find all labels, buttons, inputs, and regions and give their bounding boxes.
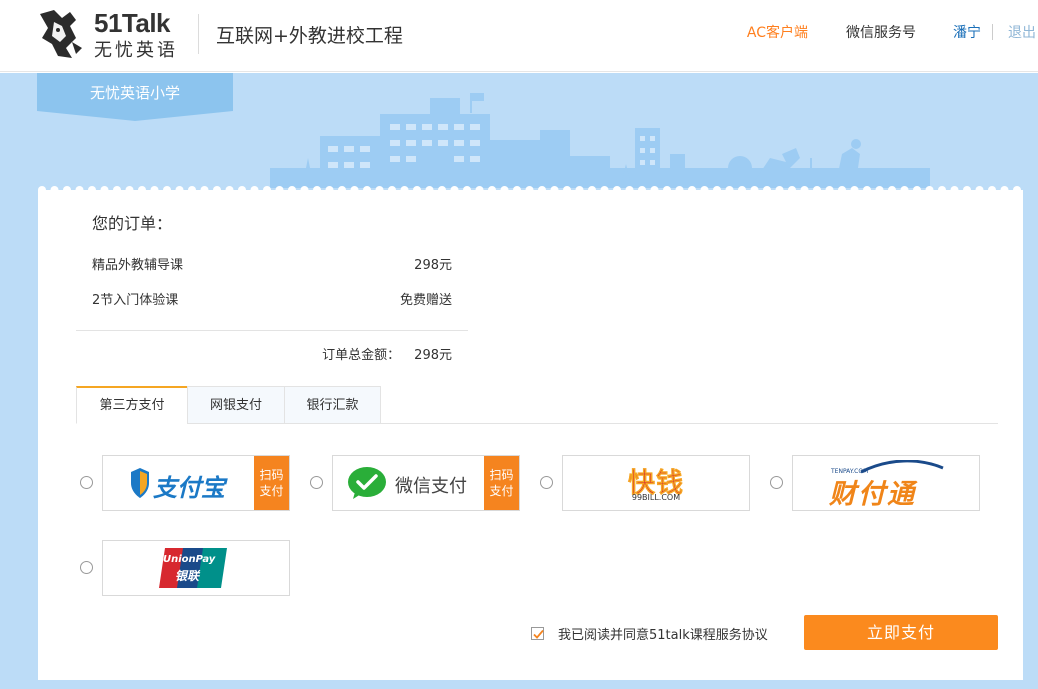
tenpay-swoosh-icon [860, 460, 944, 474]
alipay-shield-icon [131, 468, 149, 498]
order-divider [76, 330, 468, 331]
agreement-text[interactable]: 我已阅读并同意51talk课程服务协议 [558, 624, 768, 643]
scan-badge-line-2: 支付 [489, 484, 514, 498]
order-card: 您的订单： 精品外教辅导课 298元 2节入门体验课 免费赠送 订单总金额： 29… [38, 190, 1023, 680]
logo-text-en: 51Talk [94, 8, 171, 38]
99bill-radio[interactable] [540, 476, 553, 489]
tenpay-logo-text: 财付通 [829, 479, 916, 510]
unionpay-logo-text: UnionPay [163, 554, 216, 565]
order-total-value: 298元 [414, 348, 452, 363]
99bill-logo-box[interactable]: 快钱 99BILL.COM [562, 455, 750, 511]
top-header: 51Talk 无忧英语 互联网+外教进校工程 AC客户端 微信服务号 潘宁 退出 [0, 0, 1038, 72]
logout-link[interactable]: 退出 [1008, 22, 1036, 42]
pay-now-button[interactable]: 立即支付 [804, 615, 998, 650]
scan-badge-line-1: 扫码 [489, 468, 514, 482]
order-item-price: 免费赠送 [399, 293, 452, 308]
agreement-checkbox[interactable] [531, 626, 544, 640]
checkmark-icon [533, 629, 544, 639]
header-divider [198, 14, 199, 54]
wechat-pay-radio[interactable] [310, 476, 323, 489]
tab-online-banking[interactable]: 网银支付 [187, 386, 285, 424]
wechat-pay-logo-text: 微信支付 [395, 476, 467, 497]
wechat-scan-badge: 扫码 支付 [480, 456, 519, 510]
scan-badge-line-2: 支付 [259, 484, 284, 498]
alipay-logo-text: 支付宝 [153, 474, 225, 502]
school-name-tab: 无忧英语小学 [37, 73, 233, 121]
payment-option-99bill: 快钱 99BILL.COM [540, 455, 752, 511]
payment-option-alipay: 支付宝 扫码 支付 [80, 455, 292, 511]
payment-option-wechat: 微信支付 扫码 支付 [310, 455, 522, 511]
tab-bank-transfer[interactable]: 银行汇款 [284, 386, 381, 424]
order-item-name: 2节入门体验课 [92, 293, 179, 308]
alipay-radio[interactable] [80, 476, 93, 489]
tenpay-logo-box[interactable]: TENPAY.COM 财付通 [792, 455, 980, 511]
logo-text-cn: 无忧英语 [94, 40, 178, 61]
order-title: 您的订单： [92, 214, 173, 233]
payment-option-tenpay: TENPAY.COM 财付通 [770, 455, 982, 511]
mascot-logo-icon [40, 10, 82, 58]
order-item: 2节入门体验课 免费赠送 [92, 289, 452, 309]
tenpay-radio[interactable] [770, 476, 783, 489]
order-item: 精品外教辅导课 298元 [92, 254, 452, 274]
nav-username-link[interactable]: 潘宁 [953, 22, 981, 42]
agreement: 我已阅读并同意51talk课程服务协议 [531, 623, 768, 643]
unionpay-logo-box[interactable]: UnionPay 银联 [102, 540, 290, 596]
school-name: 无忧英语小学 [89, 84, 180, 102]
order-item-price: 298元 [414, 258, 452, 273]
nav-wechat-link[interactable]: 微信服务号 [846, 22, 916, 42]
unionpay-radio[interactable] [80, 561, 93, 574]
nav-separator [992, 24, 993, 40]
alipay-scan-badge: 扫码 支付 [250, 456, 289, 510]
order-total: 订单总金额： 298元 [92, 344, 452, 363]
payment-option-unionpay: UnionPay 银联 [80, 540, 292, 596]
page-title: 互联网+外教进校工程 [216, 25, 403, 47]
school-skyline-illustration [270, 93, 930, 188]
top-nav: AC客户端 微信服务号 潘宁 退出 [738, 22, 1038, 44]
unionpay-logo-subtext: 银联 [175, 569, 200, 583]
tab-third-party-payment[interactable]: 第三方支付 [76, 386, 188, 424]
order-item-name: 精品外教辅导课 [92, 258, 184, 273]
wechat-pay-logo-box[interactable]: 微信支付 扫码 支付 [332, 455, 520, 511]
payment-tabs: 第三方支付 网银支付 银行汇款 [76, 386, 998, 424]
nav-ac-client-link[interactable]: AC客户端 [747, 22, 808, 42]
logo[interactable]: 51Talk 无忧英语 [36, 8, 188, 61]
order-total-label: 订单总金额： [322, 348, 401, 363]
wechat-icon [348, 467, 386, 499]
99bill-logo-subtext: 99BILL.COM [631, 493, 681, 502]
scan-badge-line-1: 扫码 [259, 468, 284, 482]
alipay-logo-box[interactable]: 支付宝 扫码 支付 [102, 455, 290, 511]
